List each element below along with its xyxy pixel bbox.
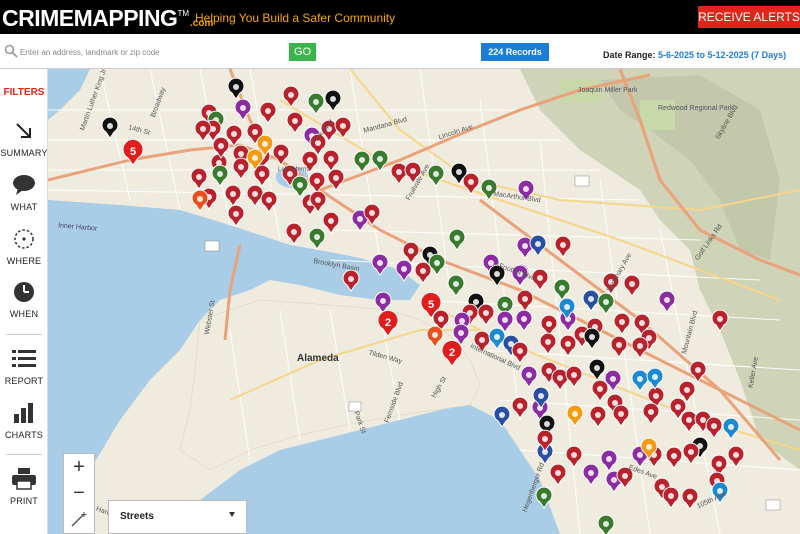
crimemapping-app: CRIMEMAPPING TM .com Helping You Build a… bbox=[0, 0, 800, 534]
cluster-count: 2 bbox=[385, 317, 391, 329]
basemap-layer-value: Streets bbox=[120, 511, 154, 522]
sidebar-divider bbox=[6, 334, 42, 335]
date-range[interactable]: Date Range: 5-6-2025 to 5-12-2025 (7 Day… bbox=[603, 50, 786, 60]
search-icon bbox=[4, 44, 18, 58]
sidebar-item-label: WHERE bbox=[6, 256, 42, 266]
printer-icon bbox=[12, 467, 36, 491]
logo-trademark: TM bbox=[177, 9, 190, 18]
crime-map[interactable]: 5 5 2 2 Alameda Joaquin Miller Park Redwood… bbox=[48, 69, 800, 534]
basemap[interactable]: 5 5 2 2 bbox=[48, 69, 800, 534]
sidebar-item-report[interactable]: REPORT bbox=[0, 347, 48, 393]
tagline: Helping You Build a Safer Community bbox=[195, 11, 396, 25]
sidebar-item-print[interactable]: PRINT bbox=[0, 467, 48, 513]
cluster-count: 5 bbox=[130, 146, 136, 158]
magic-wand-icon[interactable] bbox=[64, 506, 94, 532]
sidebar-item-label: REPORT bbox=[4, 376, 44, 386]
sidebar-item-summary[interactable]: SUMMARY bbox=[0, 119, 48, 165]
zoom-in-button[interactable]: + bbox=[64, 454, 94, 480]
bar-chart-icon bbox=[12, 401, 36, 425]
records-button[interactable]: 224 Records bbox=[481, 43, 549, 61]
search-bar: GO 224 Records Date Range: 5-6-2025 to 5… bbox=[0, 34, 800, 69]
address-search-input[interactable] bbox=[20, 43, 280, 61]
sidebar-item-label: WHEN bbox=[9, 309, 39, 319]
filters-heading[interactable]: FILTERS bbox=[0, 87, 48, 98]
receive-alerts-button[interactable]: RECEIVE ALERTS bbox=[698, 6, 800, 28]
sidebar-item-label: PRINT bbox=[10, 496, 38, 506]
cluster-count: 2 bbox=[449, 347, 455, 359]
zoom-out-button[interactable]: − bbox=[64, 480, 94, 506]
sidebar-item-where[interactable]: WHERE bbox=[0, 227, 48, 273]
crimemapping-logo[interactable]: CRIMEMAPPING TM .com bbox=[2, 6, 213, 30]
sidebar-item-charts[interactable]: CHARTS bbox=[0, 401, 48, 447]
top-header: CRIMEMAPPING TM .com Helping You Build a… bbox=[0, 0, 800, 34]
date-range-value: 5-6-2025 to 5-12-2025 (7 Days) bbox=[658, 50, 787, 60]
sidebar-item-what[interactable]: WHAT bbox=[0, 173, 48, 219]
sidebar-item-label: CHARTS bbox=[4, 430, 44, 440]
sidebar-item-when[interactable]: WHEN bbox=[0, 280, 48, 326]
speech-bubble-icon bbox=[12, 173, 36, 197]
map-label-lake-merritt: Lake Merritt bbox=[278, 167, 310, 173]
sidebar-item-label: SUMMARY bbox=[0, 148, 48, 158]
arrow-down-right-icon bbox=[12, 119, 36, 143]
basemap-layer-select[interactable]: Streets bbox=[108, 500, 247, 534]
sidebar-divider bbox=[6, 454, 42, 455]
go-button[interactable]: GO bbox=[289, 43, 316, 61]
logo-wordmark: CRIMEMAPPING bbox=[2, 5, 178, 31]
date-range-label: Date Range: bbox=[603, 50, 656, 60]
list-icon bbox=[12, 347, 36, 371]
sidebar-item-label: WHAT bbox=[10, 202, 38, 212]
cluster-count: 5 bbox=[428, 299, 434, 311]
map-label-joaquin-miller: Joaquin Miller Park bbox=[578, 87, 638, 94]
clock-icon bbox=[12, 280, 36, 304]
chevron-down-icon bbox=[229, 512, 235, 517]
zoom-control: + − bbox=[63, 453, 95, 534]
dashed-circle-icon bbox=[12, 227, 36, 251]
map-label-redwood-park: Redwood Regional Park bbox=[658, 105, 734, 112]
map-label-alameda: Alameda bbox=[297, 353, 339, 364]
filter-sidebar: FILTERS SUMMARY WHAT WHERE WHEN REPORT C… bbox=[0, 69, 48, 534]
